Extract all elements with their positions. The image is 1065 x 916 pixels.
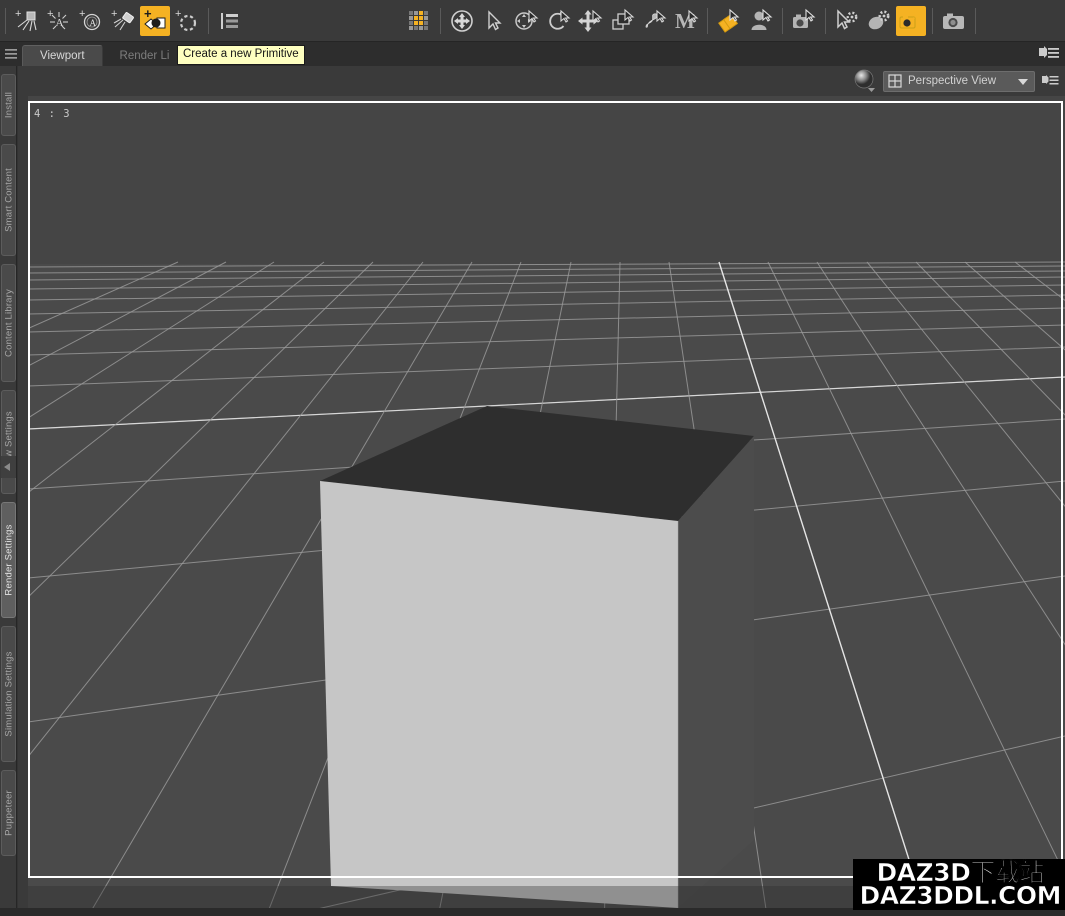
universal-tool-button[interactable] [447,6,477,36]
viewport-3d-scene[interactable] [28,96,1065,916]
sidebar-item-label: Simulation Settings [3,651,14,736]
sidebar-item-content-library[interactable]: Content Library [1,264,16,382]
svg-text:+: + [15,8,21,20]
chevron-down-icon[interactable] [1016,74,1030,88]
svg-text:+: + [79,8,85,20]
sidebar-item-simulation-settings[interactable]: Simulation Settings [1,626,16,762]
sidebar-tab-strip: Install Smart Content Content Library Dr… [0,66,17,916]
create-null-button[interactable]: + [172,6,202,36]
render-region-button[interactable] [404,6,434,36]
panel-options-icon[interactable] [1035,40,1061,66]
main-toolbar: + + [0,0,1065,42]
rotate-tool-button[interactable] [511,6,541,36]
sidebar-item-label: Smart Content [3,168,14,232]
tab-label: Render Li [120,50,170,62]
chevron-right-icon [4,463,10,471]
toolbar-separator [975,8,976,34]
watermark: DAZ3D下载站 DAZ3DDL.COM [853,859,1065,910]
grid-view-icon [888,74,902,88]
sidebar-item-label: Install [3,92,14,118]
svg-text:+: + [175,8,181,20]
create-primitive-button[interactable]: + [140,6,170,36]
view-selector-dropdown[interactable]: Perspective View [883,71,1035,92]
camera-cursor-button[interactable] [789,6,819,36]
sidebar-item-render-settings[interactable]: Render Settings [1,502,16,618]
viewport-header: Perspective View [18,66,1065,96]
create-distant-light-button[interactable]: + [12,6,42,36]
scale-tool-button[interactable] [607,6,637,36]
create-camera-button[interactable]: + A [76,6,106,36]
create-spotlight-button[interactable]: + [108,6,138,36]
sphere-shading-icon[interactable] [852,68,878,94]
tooltip: Create a new Primitive [177,45,305,65]
watermark-line-2: DAZ3DDL.COM [859,883,1061,908]
joint-editor-button[interactable] [639,6,669,36]
viewport-panel: Perspective View [18,66,1065,916]
sidebar-item-smart-content[interactable]: Smart Content [1,144,16,256]
toolbar-separator [782,8,783,34]
toolbar-separator [208,8,209,34]
figure-setup-button[interactable] [746,6,776,36]
tooltip-text: Create a new Primitive [183,48,299,60]
viewport-options-icon[interactable] [1040,71,1060,91]
viewport-canvas[interactable]: 4 : 3 DAZ3D下载站 DAZ3DDL.COM [28,96,1065,916]
svg-text:M: M [675,9,695,33]
panel-tab-bar: Viewport Render Li [0,42,1065,66]
sidebar-splitter-handle[interactable] [1,456,16,478]
sidebar-item-draw-settings[interactable]: Draw Settings [1,390,16,494]
aspect-ratio-label: 4 : 3 [34,108,71,120]
daz-studio-window: + + [0,0,1065,916]
svg-text:A: A [56,17,64,29]
render-settings-button[interactable] [896,6,926,36]
cube-front-face [320,481,678,908]
tab-label: Viewport [40,50,85,62]
sidebar-item-puppeteer[interactable]: Puppeteer [1,770,16,856]
panel-menu-icon[interactable] [0,43,22,65]
toolbar-separator [825,8,826,34]
toolbar-separator [707,8,708,34]
scene-list-button[interactable] [215,6,245,36]
sidebar-item-label: Content Library [3,289,14,357]
sidebar-item-label: Render Settings [3,524,14,595]
create-point-light-button[interactable]: + A [44,6,74,36]
view-selector-value: Perspective View [908,75,1010,87]
svg-text:+: + [111,8,117,20]
node-selection-tool-button[interactable] [479,6,509,36]
surface-gear-button[interactable] [864,6,894,36]
tab-viewport[interactable]: Viewport [22,45,103,66]
render-button[interactable] [939,6,969,36]
svg-text:A: A [90,18,97,28]
toolbar-separator [440,8,441,34]
spin-tool-button[interactable] [543,6,573,36]
toolbar-separator [932,8,933,34]
surface-selection-button[interactable] [714,6,744,36]
sidebar-item-label: Puppeteer [3,790,14,836]
geometry-editor-button[interactable] [832,6,862,36]
translate-tool-button[interactable] [575,6,605,36]
morph-tool-button[interactable]: M [671,6,701,36]
tab-render-library[interactable]: Render Li [103,45,187,66]
sidebar-item-install[interactable]: Install [1,74,16,136]
toolbar-separator [5,8,6,34]
svg-text:+: + [47,8,53,20]
